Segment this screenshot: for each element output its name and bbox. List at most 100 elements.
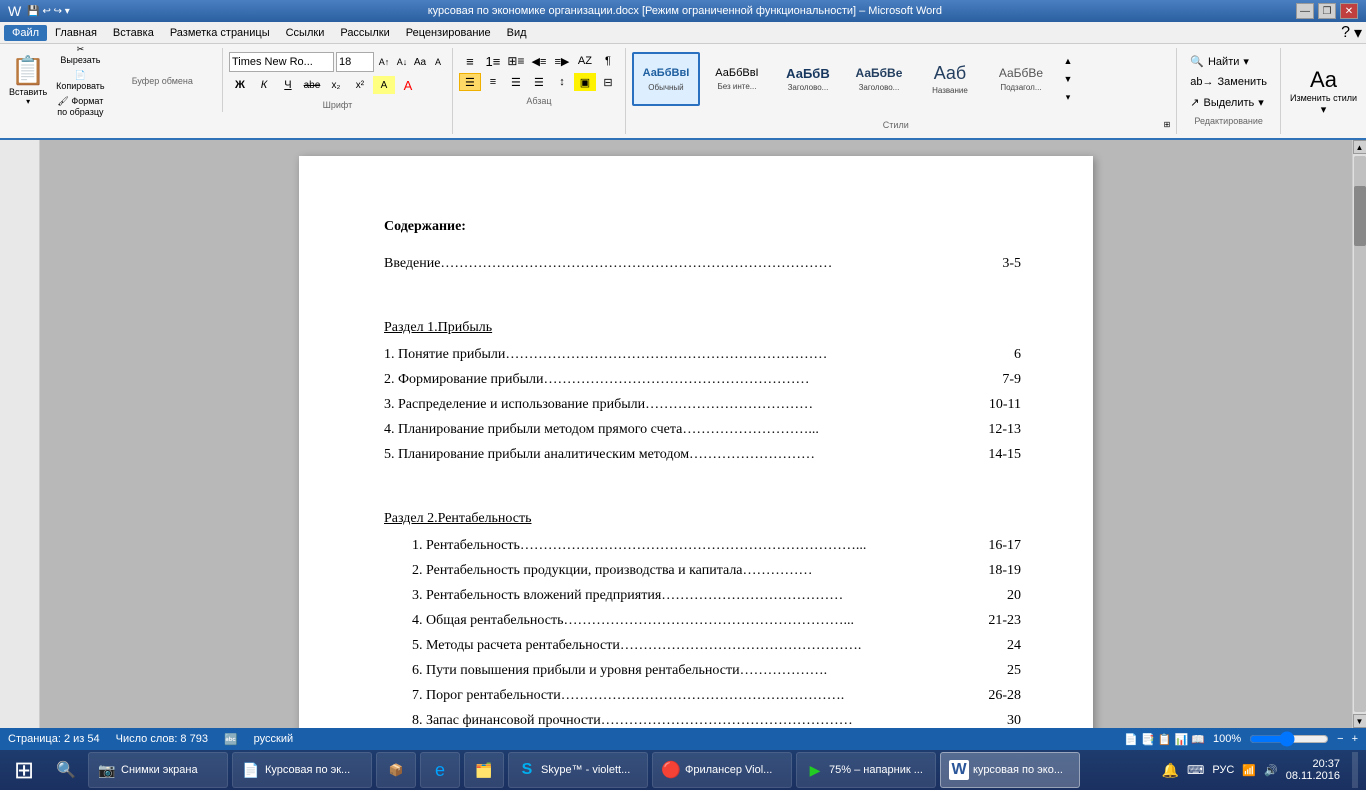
toc-s2-item3: 3. Рентабельность вложений предприятия……… [384,585,1021,606]
shading-button[interactable]: ▣ [574,73,596,91]
taskbar-app5[interactable]: 🗂️ [464,752,504,788]
increase-indent-button[interactable]: ≡▶ [551,52,573,70]
scrollbar-track[interactable] [1354,156,1366,712]
menu-home[interactable]: Главная [47,25,105,41]
status-right: 📄 📑 📋 📊 📖 100% − + [1124,731,1358,747]
restore-button[interactable]: ❐ [1318,3,1336,19]
menu-view[interactable]: Вид [499,25,535,41]
network-icon: 📶 [1242,764,1256,777]
font-size-decrease-button[interactable]: A↓ [394,54,410,70]
styles-expand[interactable]: ▾ [1060,89,1076,105]
font-color-button[interactable]: A [397,76,419,94]
show-desktop-icon[interactable] [1352,752,1358,788]
borders-button[interactable]: ⊟ [597,73,619,91]
taskbar-skype[interactable]: S Skype™ - violett... [508,752,648,788]
sort-button[interactable]: AZ [574,52,596,70]
style-heading2[interactable]: АаБбВe Заголово... [845,52,913,106]
scrollbar-thumb[interactable] [1354,186,1366,246]
menu-insert[interactable]: Вставка [105,25,162,41]
bullet-list-button[interactable]: ≡ [459,52,481,70]
styles-scroll-down[interactable]: ▼ [1060,71,1076,87]
minimize-button[interactable]: — [1296,3,1314,19]
style-heading1[interactable]: АаБбВ Заголово... [774,52,842,106]
scroll-up-button[interactable]: ▲ [1353,140,1366,154]
font-size-input[interactable] [336,52,374,72]
menu-file[interactable]: Файл [4,25,47,41]
taskbar-partner[interactable]: ▶ 75% – напарник ... [796,752,936,788]
style-subtitle-preview: АаБбВе [999,66,1043,80]
paste-button[interactable]: 📋 Вставить ▾ [6,51,50,109]
font-name-input[interactable] [229,52,334,72]
right-scrollbar[interactable]: ▲ ▼ [1352,140,1366,728]
replace-button[interactable]: ab→ Заменить [1183,73,1274,91]
superscript-button[interactable]: х² [349,76,371,94]
menu-references[interactable]: Ссылки [278,25,333,41]
justify-button[interactable]: ☰ [528,73,550,91]
taskbar-freelancer[interactable]: 🔴 Фрилансер Viol... [652,752,792,788]
style-no-spacing[interactable]: АаБбВвI Без инте... [703,52,771,106]
copy-button[interactable]: 📄 Копировать [52,68,108,93]
style-normal[interactable]: АаБбВвI Обычный [632,52,700,106]
line-spacing-button[interactable]: ↕ [551,73,573,91]
start-button[interactable]: ⊞ [4,752,44,788]
scroll-down-button[interactable]: ▼ [1353,714,1366,728]
find-icon: 🔍 [1190,55,1204,68]
text-highlight-button[interactable]: A [373,76,395,94]
clock: 20:37 08.11.2016 [1286,758,1340,782]
zoom-in-icon[interactable]: + [1352,733,1358,745]
show-marks-button[interactable]: ¶ [597,52,619,70]
taskbar-app4[interactable]: e [420,752,460,788]
numbered-list-button[interactable]: 1≡ [482,52,504,70]
zoom-slider[interactable] [1249,731,1329,747]
help-icon[interactable]: ? [1341,24,1350,42]
cut-button[interactable]: ✂ Вырезать [52,42,108,67]
close-button[interactable]: ✕ [1340,3,1358,19]
select-button[interactable]: ↗ Выделить ▾ [1183,93,1274,112]
menu-review[interactable]: Рецензирование [398,25,499,41]
find-button[interactable]: 🔍 Найти ▾ [1183,52,1274,71]
decrease-indent-button[interactable]: ◀≡ [528,52,550,70]
style-title-preview: Ааб [934,63,967,85]
taskbar-app3[interactable]: 📦 [376,752,416,788]
editing-label: Редактирование [1183,116,1274,126]
menu-layout[interactable]: Разметка страницы [162,25,278,41]
partner-label: 75% – напарник ... [829,764,923,776]
page-info: Страница: 2 из 54 [8,733,100,745]
align-right-button[interactable]: ☰ [505,73,527,91]
clear-format-button[interactable]: Aa [412,54,428,70]
language: русский [254,733,293,745]
bold-button[interactable]: Ж [229,76,251,94]
font-name-row: A↑ A↓ Aa A [229,52,446,72]
styles-scroll-up[interactable]: ▲ [1060,53,1076,69]
strikethrough-button[interactable]: abe [301,76,323,94]
word-taskbar-icon: W [949,760,969,780]
font-size-increase-button[interactable]: A↑ [376,54,392,70]
italic-button[interactable]: К [253,76,275,94]
clipboard-actions: ✂ Вырезать 📄 Копировать 🖌 Формат по обра… [52,42,108,119]
align-left-button[interactable]: ☰ [459,73,481,91]
subscript-button[interactable]: х₂ [325,76,347,94]
style-title[interactable]: Ааб Название [916,52,984,106]
format-painter-button[interactable]: 🖌 Формат по образцу [52,94,108,119]
underline-button[interactable]: Ч [277,76,299,94]
taskbar-word[interactable]: W курсовая по эко... [940,752,1080,788]
toc-s1-item2: 2. Формирование прибыли……………………………………………… [384,369,1021,390]
menu-mailings[interactable]: Рассылки [332,25,397,41]
notification-icon: 🔔 [1162,762,1179,779]
document-scroll-area[interactable]: Содержание: Введение……………………………………………………… [40,140,1352,728]
keyboard-icon: ⌨ [1187,763,1204,777]
app5-icon: 🗂️ [475,762,492,779]
taskbar-coursework1[interactable]: 📄 Курсовая по эк... [232,752,372,788]
search-button[interactable]: 🔍 [48,752,84,788]
multilevel-list-button[interactable]: ⊞≡ [505,52,527,70]
zoom-out-icon[interactable]: − [1337,733,1343,745]
taskbar-screenshots[interactable]: 📷 Снимки экрана [88,752,228,788]
text-effects-button[interactable]: A [430,54,446,70]
find-label: Найти [1208,56,1239,68]
paste-icon: 📋 [11,54,46,87]
style-subtitle[interactable]: АаБбВе Подзагол... [987,52,1055,106]
change-styles-button[interactable]: Aa Изменить стили ▾ [1285,62,1362,121]
align-center-button[interactable]: ≡ [482,73,504,91]
ribbon-minimize-icon[interactable]: ▾ [1354,23,1362,43]
status-bar: Страница: 2 из 54 Число слов: 8 793 🔤 ру… [0,728,1366,750]
